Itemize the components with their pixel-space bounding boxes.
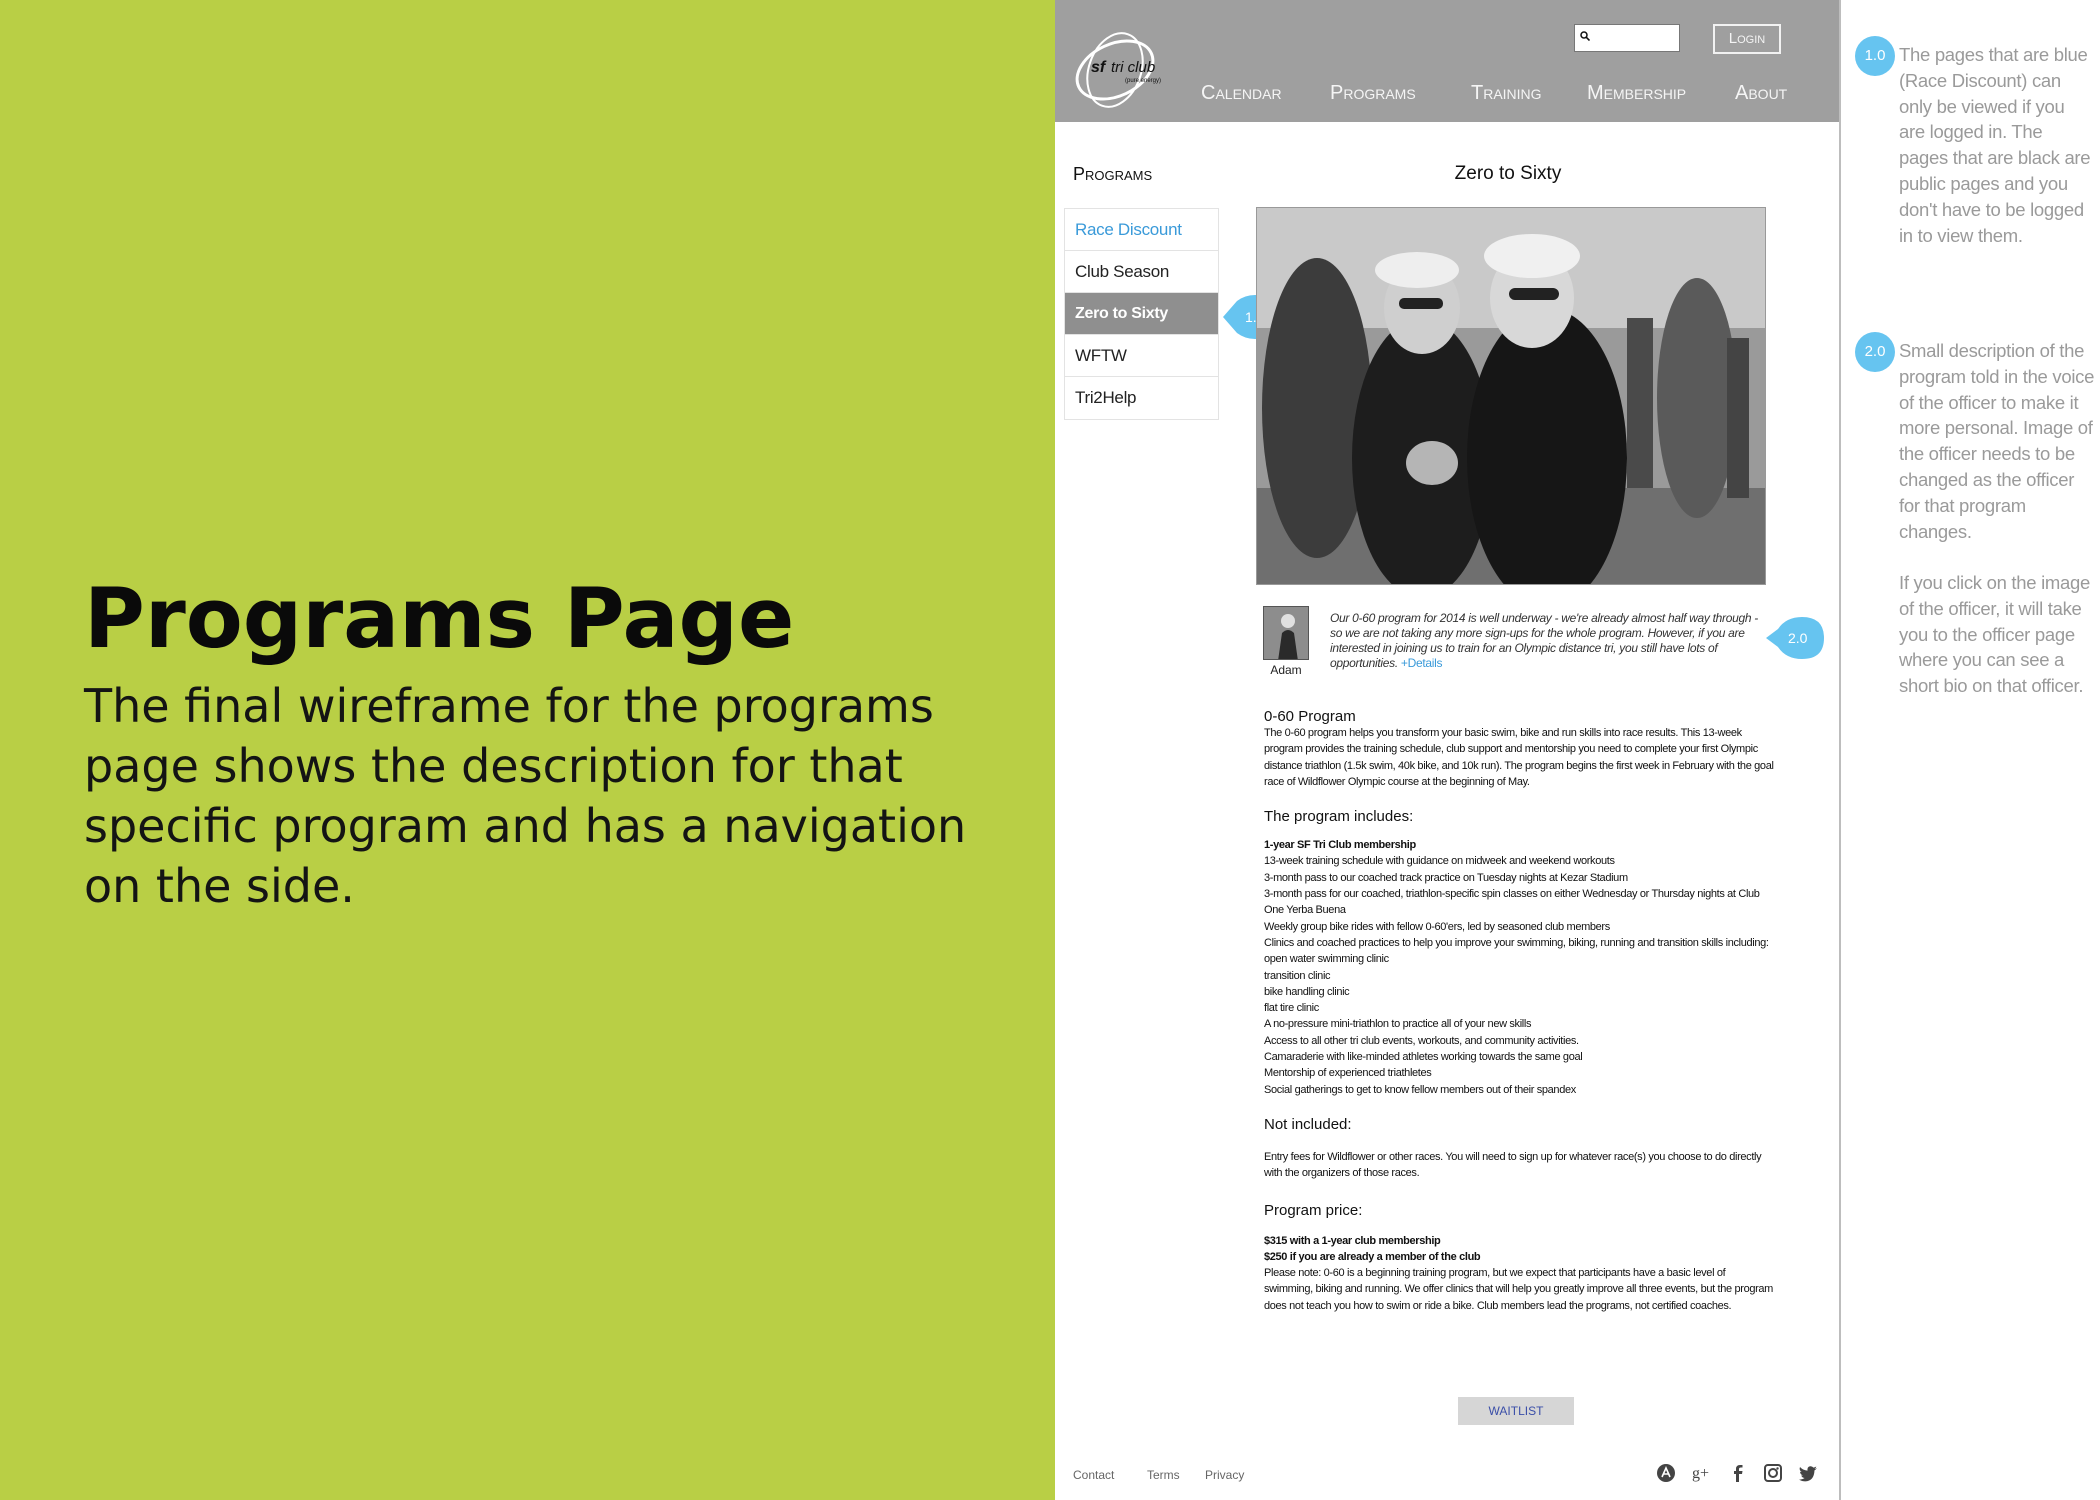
includes-membership: 1-year SF Tri Club membership <box>1264 839 1416 852</box>
details-link[interactable]: +Details <box>1401 656 1443 670</box>
club-logo-mark: sf tri club (pure energy) <box>1075 32 1161 108</box>
twitter-icon[interactable] <box>1797 1462 1819 1484</box>
nav-membership[interactable]: Membership <box>1587 82 1686 105</box>
login-button[interactable]: Login <box>1713 24 1781 54</box>
intro-panel: Programs Page The final wireframe for th… <box>0 0 1055 1500</box>
includes-item: 13-week training schedule with guidance … <box>1264 855 1615 868</box>
includes-item: flat tire clinic <box>1264 1002 1319 1015</box>
program-heading: 0-60 Program <box>1264 708 1356 725</box>
annotation-text-2: Small description of the program told in… <box>1899 340 2095 542</box>
annotation-marker-2: 2.0 <box>1766 617 1824 659</box>
footer-link-terms[interactable]: Terms <box>1147 1468 1180 1482</box>
includes-item: Camaraderie with like-minded athletes wo… <box>1264 1051 1583 1064</box>
waitlist-button[interactable]: WAITLIST <box>1458 1397 1574 1425</box>
program-photo-image <box>1257 208 1765 584</box>
program-text: The 0-60 program helps you transform you… <box>1264 727 1774 788</box>
price-note: Please note: 0-60 is a beginning trainin… <box>1264 1267 1773 1312</box>
officer-avatar[interactable] <box>1263 606 1309 660</box>
annotation-marker-2-label: 2.0 <box>1788 630 1808 646</box>
officer-name: Adam <box>1270 663 1302 677</box>
nav-training[interactable]: Training <box>1471 82 1542 105</box>
footer-link-contact[interactable]: Contact <box>1073 1468 1114 1482</box>
includes-item: Mentorship of experienced triathletes <box>1264 1067 1432 1080</box>
includes-item: 3-month pass for our coached, triathlon-… <box>1264 888 1760 917</box>
facebook-icon[interactable] <box>1727 1462 1749 1484</box>
svg-text:sf: sf <box>1091 59 1107 76</box>
nav-programs[interactable]: Programs <box>1330 82 1416 105</box>
officer-quote-text: Our 0-60 program for 2014 is well underw… <box>1330 611 1770 671</box>
wireframe: sf tri club (pure energy) Login Calendar… <box>1055 0 1841 1500</box>
sidebar-item-zero-to-sixty[interactable]: Zero to Sixty <box>1065 293 1218 335</box>
instagram-icon[interactable] <box>1762 1462 1784 1484</box>
nav-calendar[interactable]: Calendar <box>1201 82 1282 105</box>
sidebar-item-tri2help[interactable]: Tri2Help <box>1065 377 1218 419</box>
search-icon <box>1580 31 1590 41</box>
includes-item: open water swimming clinic <box>1264 953 1389 966</box>
includes-item: A no-pressure mini-triathlon to practice… <box>1264 1018 1532 1031</box>
annotation-text-1: The pages that are blue (Race Discount) … <box>1899 44 2091 246</box>
svg-text:g+: g+ <box>1692 1465 1709 1482</box>
intro-description: The final wireframe for the programs pag… <box>84 679 967 913</box>
google-plus-icon[interactable]: g+ <box>1691 1462 1713 1484</box>
annotation-text-3: If you click on the image of the officer… <box>1899 572 2090 697</box>
program-description: 0-60 Program The 0-60 program helps you … <box>1264 708 1774 1314</box>
search-input[interactable] <box>1574 24 1680 52</box>
price-heading: Program price: <box>1264 1201 1363 1219</box>
svg-text:tri club: tri club <box>1111 59 1155 76</box>
not-included-heading: Not included: <box>1264 1115 1352 1133</box>
intro-title: Programs Page <box>84 570 795 667</box>
sidebar-menu: Race Discount Club Season Zero to Sixty … <box>1064 208 1219 420</box>
sidebar-item-race-discount[interactable]: Race Discount <box>1065 209 1218 251</box>
includes-heading: The program includes: <box>1264 808 1414 826</box>
annotations-panel: 1.0 The pages that are blue (Race Discou… <box>1841 0 2100 1500</box>
footer-link-privacy[interactable]: Privacy <box>1205 1468 1244 1482</box>
not-included-text: Entry fees for Wildflower or other races… <box>1264 1150 1762 1180</box>
annotation-badge-1: 1.0 <box>1855 36 1895 76</box>
sidebar-item-wftw[interactable]: WFTW <box>1065 335 1218 377</box>
includes-item: transition clinic <box>1264 969 1331 982</box>
nav-about[interactable]: About <box>1735 82 1787 105</box>
officer-quote: Adam Our 0-60 program for 2014 is well u… <box>1263 606 1773 684</box>
includes-item: Clinics and coached practices to help yo… <box>1264 936 1769 949</box>
includes-item: Access to all other tri club events, wor… <box>1264 1034 1579 1047</box>
includes-item: Social gatherings to get to know fellow … <box>1264 1083 1576 1096</box>
annotation-badge-2: 2.0 <box>1855 332 1895 372</box>
svg-text:(pure energy): (pure energy) <box>1125 78 1161 84</box>
price-with-membership: $315 with a 1-year club membership <box>1264 1234 1441 1247</box>
app-icon[interactable] <box>1655 1462 1677 1484</box>
site-header: sf tri club (pure energy) Login Calendar… <box>1055 0 1839 122</box>
officer-quote-body: Our 0-60 program for 2014 is well underw… <box>1330 611 1758 670</box>
page-title: Zero to Sixty <box>1454 163 1562 184</box>
sidebar-item-club-season[interactable]: Club Season <box>1065 251 1218 293</box>
includes-item: Weekly group bike rides with fellow 0-60… <box>1264 920 1610 933</box>
sidebar-heading: Programs <box>1073 164 1153 184</box>
price-members: $250 if you are already a member of the … <box>1264 1250 1481 1263</box>
program-photo <box>1256 207 1766 585</box>
officer-avatar-image <box>1264 607 1308 659</box>
includes-item: bike handling clinic <box>1264 985 1350 998</box>
includes-item: 3-month pass to our coached track practi… <box>1264 871 1628 884</box>
club-logo[interactable]: sf tri club (pure energy) <box>1069 26 1161 110</box>
